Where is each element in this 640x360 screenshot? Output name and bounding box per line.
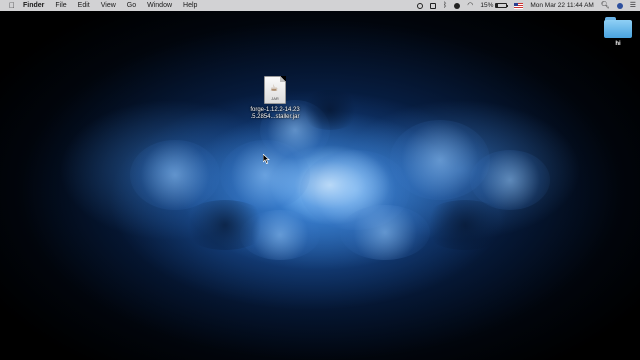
menu-bar:  Finder File Edit View Go Window Help ᛒ… — [0, 0, 640, 11]
menu-finder[interactable]: Finder — [23, 0, 44, 11]
siri-icon[interactable] — [616, 2, 623, 9]
alert-icon[interactable] — [454, 2, 461, 9]
status-area: ᛒ ◠ 15% Mon Mar 22 11:44 AM 🔍︎ ☰ — [410, 0, 636, 11]
menu-edit[interactable]: Edit — [78, 0, 90, 11]
menu-list-icon[interactable]: ☰ — [630, 0, 636, 11]
record-icon[interactable] — [417, 2, 424, 9]
jar-badge: JAR — [271, 96, 279, 101]
jar-file-icon[interactable]: ☕︎ JAR forge-1.12.2-14.23 .5.2854...stal… — [244, 76, 306, 121]
menu-window[interactable]: Window — [147, 0, 172, 11]
folder-name: hi — [615, 41, 621, 47]
battery-percent: 15% — [480, 2, 494, 9]
jar-file-name-line1: forge-1.12.2-14.23 — [250, 107, 300, 113]
search-icon[interactable]: 🔍︎ — [601, 0, 610, 11]
apple-logo-icon[interactable]:  — [9, 0, 15, 11]
java-document-icon: ☕︎ JAR — [264, 76, 286, 104]
menu-help[interactable]: Help — [183, 0, 197, 11]
folder-icon — [604, 16, 632, 38]
desktop-wallpaper — [0, 0, 640, 360]
bluetooth-icon[interactable]: ᛒ — [443, 0, 447, 11]
clock[interactable]: Mon Mar 22 11:44 AM — [530, 0, 593, 11]
flag-icon[interactable] — [514, 2, 524, 9]
jar-file-name-line2: .5.2854...staller.jar — [250, 114, 300, 120]
folder-hi[interactable]: hi — [600, 16, 636, 47]
screen-icon[interactable] — [430, 2, 437, 9]
wifi-icon[interactable]: ◠ — [467, 0, 473, 11]
menu-view[interactable]: View — [101, 0, 116, 11]
coffee-cup-icon: ☕︎ — [270, 83, 279, 93]
menu-file[interactable]: File — [55, 0, 66, 11]
desktop-screen:  Finder File Edit View Go Window Help ᛒ… — [0, 0, 640, 360]
battery-icon — [495, 3, 509, 8]
menu-go[interactable]: Go — [127, 0, 136, 11]
battery-status[interactable]: 15% — [480, 0, 509, 11]
